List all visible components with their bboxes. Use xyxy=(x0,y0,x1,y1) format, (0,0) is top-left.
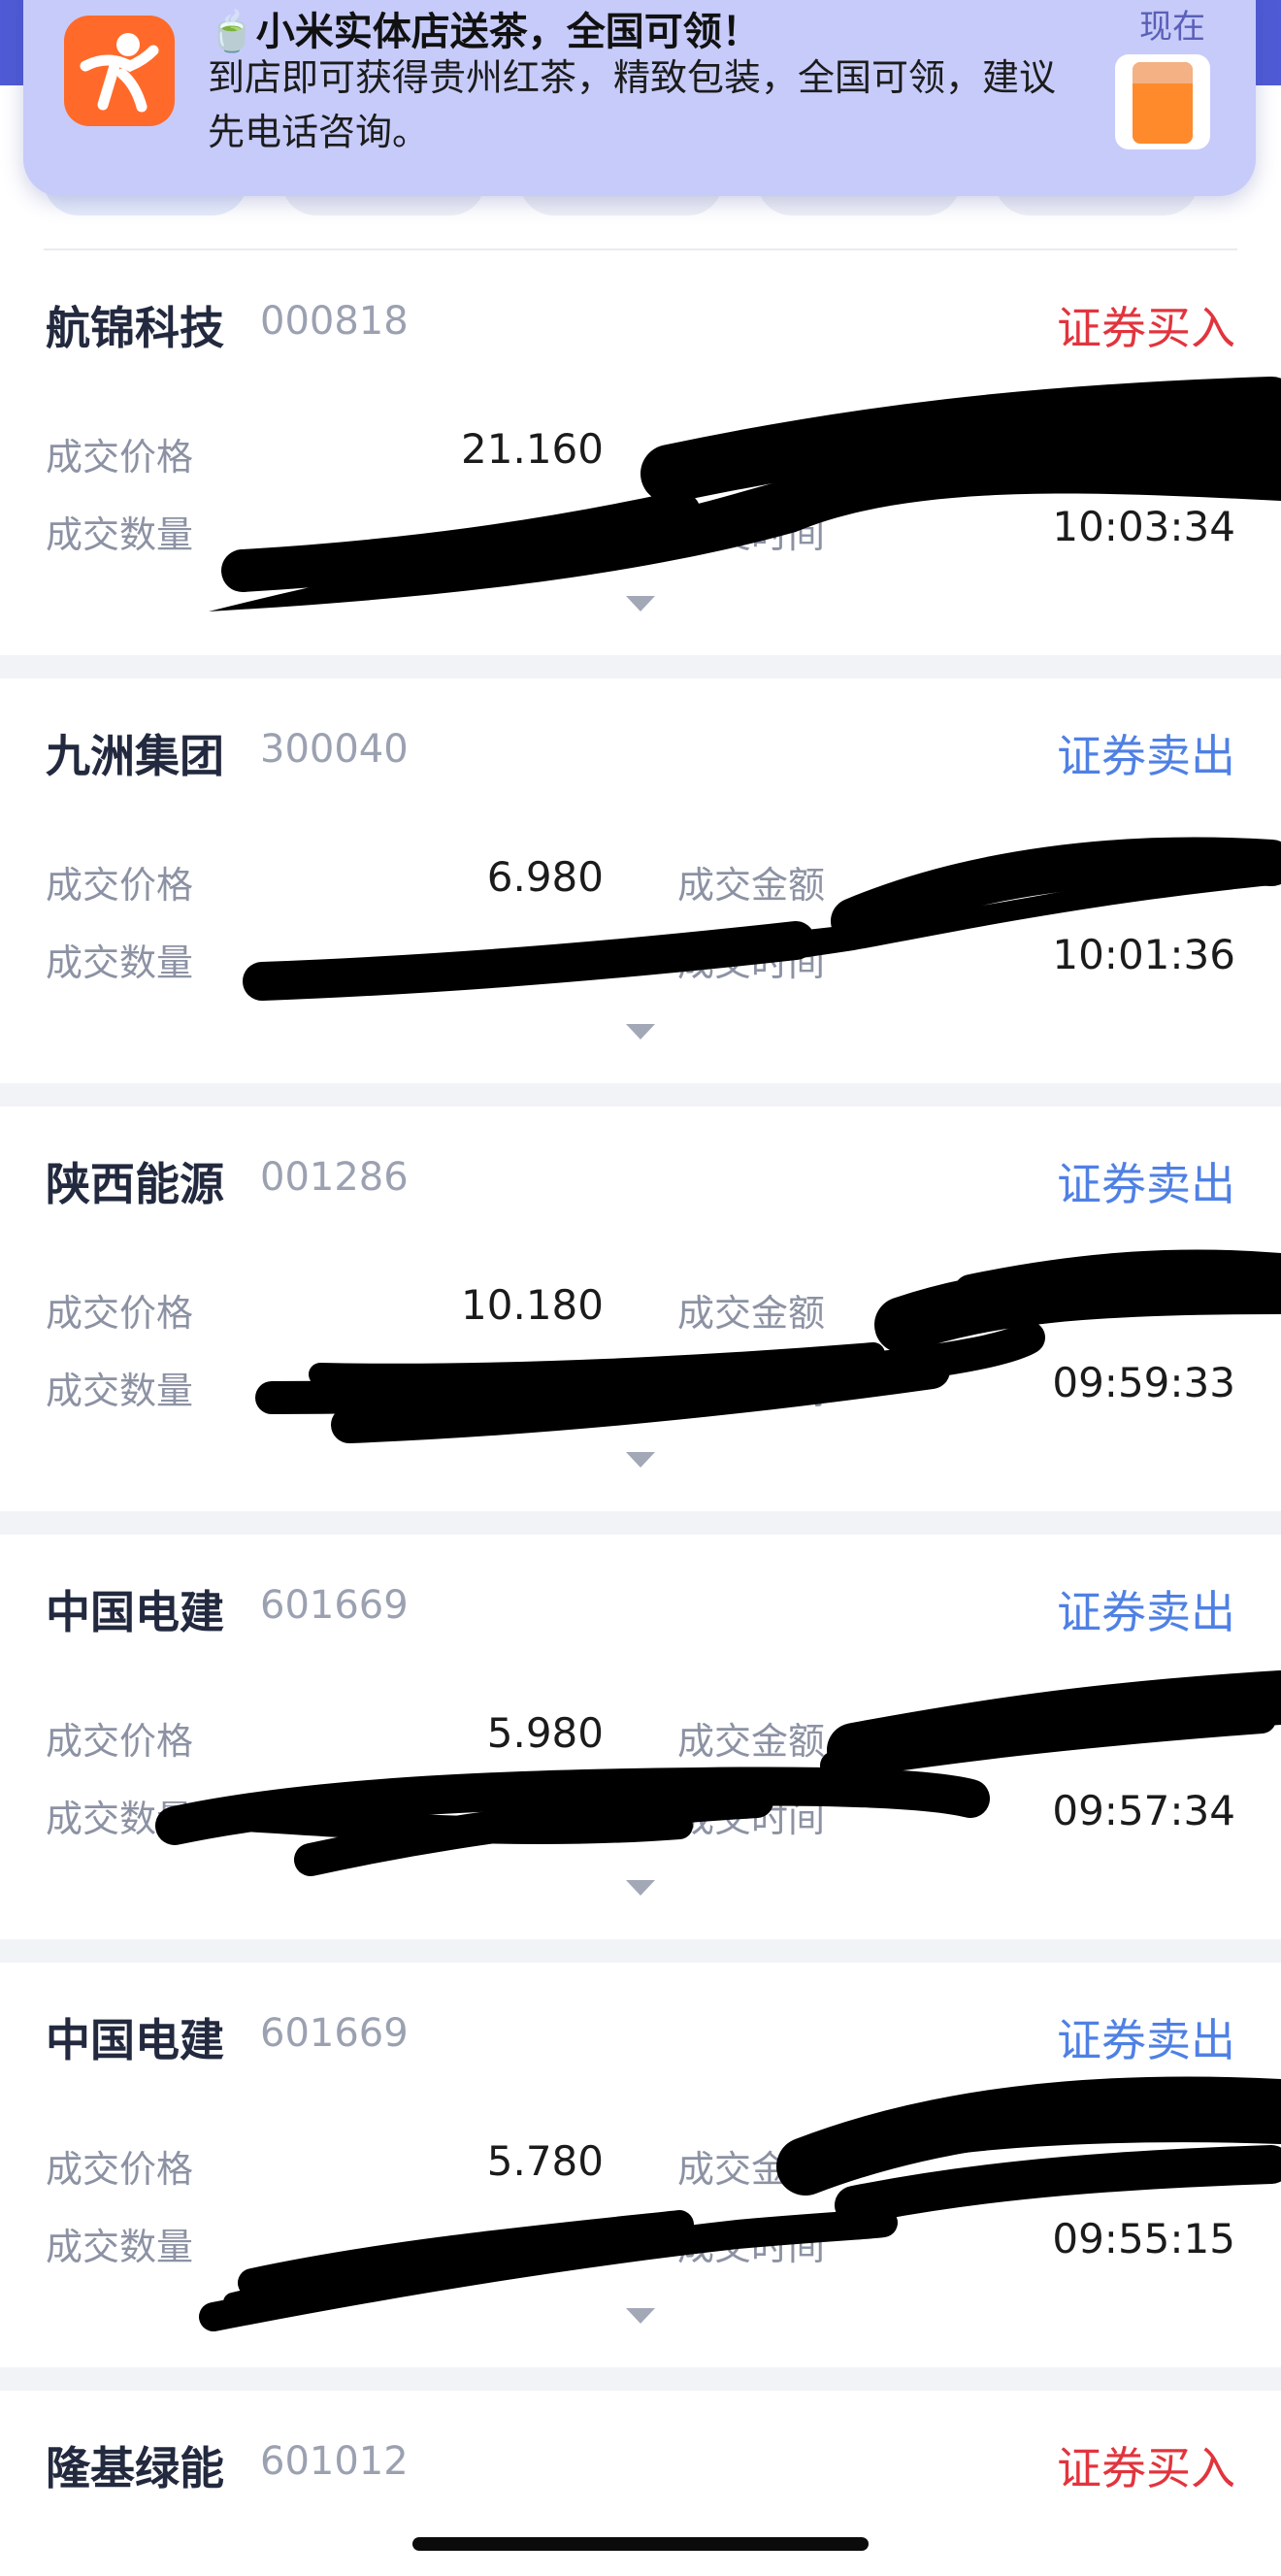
trade-record[interactable]: 中国电建 601669 证券卖出 成交价格 5.980 成交金额 成交数量 成交… xyxy=(0,1535,1281,1935)
notification-title: 🍵小米实体店送茶，全国可领！ xyxy=(208,10,761,54)
push-notification[interactable]: 🍵小米实体店送茶，全国可领！ 到店即可获得贵州红茶，精致包装，全国可领，建议先电… xyxy=(23,0,1256,196)
stock-name: 隆基绿能 xyxy=(46,2442,224,2494)
notification-time: 现在 xyxy=(1139,8,1205,47)
tea-box-thumbnail xyxy=(1115,54,1210,149)
dianping-app-icon xyxy=(64,16,175,126)
trade-record[interactable]: 航锦科技 000818 证券买入 成交价格 21.160 成交金额 成交数量 成… xyxy=(0,250,1281,651)
home-indicator[interactable] xyxy=(412,2537,869,2551)
record-separator xyxy=(0,1083,1281,1106)
redaction-scribble xyxy=(255,1249,1281,1443)
redaction-scribble xyxy=(209,377,1281,611)
trade-record[interactable]: 陕西能源 001286 证券卖出 成交价格 10.180 成交金额 成交数量 成… xyxy=(0,1106,1281,1507)
redaction-scribble xyxy=(199,2076,1281,2331)
record-separator xyxy=(0,1939,1281,1963)
trade-type: 证券买入 xyxy=(1057,2442,1235,2494)
trade-record[interactable]: 九洲集团 300040 证券卖出 成交价格 6.980 成交金额 成交数量 成交… xyxy=(0,678,1281,1079)
trade-record[interactable]: 中国电建 601669 证券卖出 成交价格 5.780 成交金额 成交数量 成交… xyxy=(0,1963,1281,2363)
stock-code: 601012 xyxy=(260,2439,409,2484)
record-separator xyxy=(0,2367,1281,2391)
record-separator xyxy=(0,1511,1281,1535)
redaction-scribble xyxy=(155,1670,1281,1876)
record-separator xyxy=(0,655,1281,678)
notification-body: 到店即可获得贵州红茶，精致包装，全国可领，建议先电话咨询。 xyxy=(208,56,1057,153)
redaction-scribble xyxy=(243,837,1281,1001)
